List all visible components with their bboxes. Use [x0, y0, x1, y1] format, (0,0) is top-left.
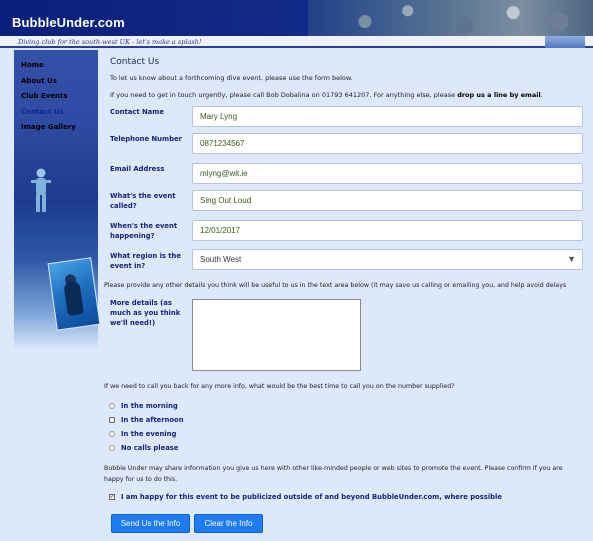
telephone-input[interactable]: 0871234567 [192, 133, 583, 154]
callback-question: If we need to call you back for any more… [104, 383, 455, 390]
email-input[interactable]: mlyng@wit.ie [192, 163, 583, 184]
event-name-input[interactable]: Sing Out Loud [192, 190, 583, 211]
clear-info-button[interactable]: Clear the Info [194, 514, 263, 533]
event-name-label: What's the event called? [110, 192, 176, 210]
sidebar-item-club-events[interactable]: Club Events [21, 92, 76, 108]
region-select[interactable]: South West ▼ [192, 249, 583, 270]
urgent-contact-end: . [540, 91, 543, 99]
publicize-label: I am happy for this event to be publiciz… [121, 493, 502, 501]
tagline: Diving club for the south-west UK - let'… [18, 38, 202, 46]
contact-name-input[interactable]: Mary Lyng [192, 106, 583, 127]
radio-label: In the afternoon [121, 416, 184, 424]
radio-button[interactable] [109, 403, 115, 409]
diver-photo-body [63, 280, 84, 317]
radio-label: No calls please [121, 444, 179, 452]
sidebar-nav: Home About Us Club Events Contact Us Ima… [21, 61, 76, 139]
share-info-text-line2: happy for us to do this. [104, 476, 178, 483]
urgent-contact-lead: If you need to get in touch urgently, pl… [110, 91, 458, 99]
sidebar-item-contact-us[interactable]: Contact Us [21, 108, 76, 124]
tagline-bar: Diving club for the south-west UK - let'… [0, 36, 593, 48]
details-textarea[interactable] [192, 299, 361, 371]
share-info-text-line1: Bubble Under may share information you g… [104, 465, 563, 472]
tagline-decoration [545, 36, 585, 48]
region-selected-value: South West [200, 255, 242, 264]
sidebar-item-about-us[interactable]: About Us [21, 77, 76, 93]
diver-silhouette-icon [31, 168, 51, 212]
send-info-button[interactable]: Send Us the Info [111, 514, 190, 533]
site-title[interactable]: BubbleUnder.com [12, 15, 125, 30]
publicize-checkbox-row[interactable]: ✓ I am happy for this event to be public… [109, 491, 502, 503]
email-label: Email Address [110, 165, 165, 173]
radio-label: In the evening [121, 430, 177, 438]
main-content: Contact Us To let us know about a forthc… [104, 50, 593, 541]
callback-option-morning[interactable]: In the morning [109, 400, 178, 412]
event-date-input[interactable]: 12/01/2017 [192, 220, 583, 241]
checkbox-checked-icon[interactable]: ✓ [109, 494, 115, 500]
details-instructions: Please provide any other details you thi… [104, 282, 567, 289]
chevron-down-icon[interactable]: ▼ [567, 250, 576, 269]
urgent-contact-text: If you need to get in touch urgently, pl… [110, 91, 543, 99]
radio-button-selected[interactable] [109, 417, 115, 423]
event-date-label: When's the event happening? [110, 222, 178, 240]
radio-button[interactable] [109, 445, 115, 451]
diver-photo [47, 257, 101, 331]
region-label: What region is the event in? [110, 252, 182, 270]
callback-option-evening[interactable]: In the evening [109, 428, 176, 440]
sidebar-item-image-gallery[interactable]: Image Gallery [21, 123, 76, 139]
reef-banner-image [308, 0, 593, 36]
page-title: Contact Us [110, 57, 160, 67]
radio-label: In the morning [121, 402, 178, 410]
email-link[interactable]: drop us a line by email [457, 91, 541, 99]
callback-option-afternoon[interactable]: In the afternoon [109, 414, 184, 426]
details-label: More details (as much as you think we'll… [110, 299, 181, 327]
contact-name-label: Contact Name [110, 108, 164, 116]
sidebar-item-home[interactable]: Home [21, 61, 76, 77]
sidebar: Home About Us Club Events Contact Us Ima… [14, 50, 101, 350]
callback-option-no-calls[interactable]: No calls please [109, 442, 178, 454]
site-header: BubbleUnder.com [0, 0, 593, 36]
radio-button[interactable] [109, 431, 115, 437]
telephone-label: Telephone Number [110, 135, 182, 143]
intro-text: To let us know about a forthcoming dive … [110, 74, 353, 82]
